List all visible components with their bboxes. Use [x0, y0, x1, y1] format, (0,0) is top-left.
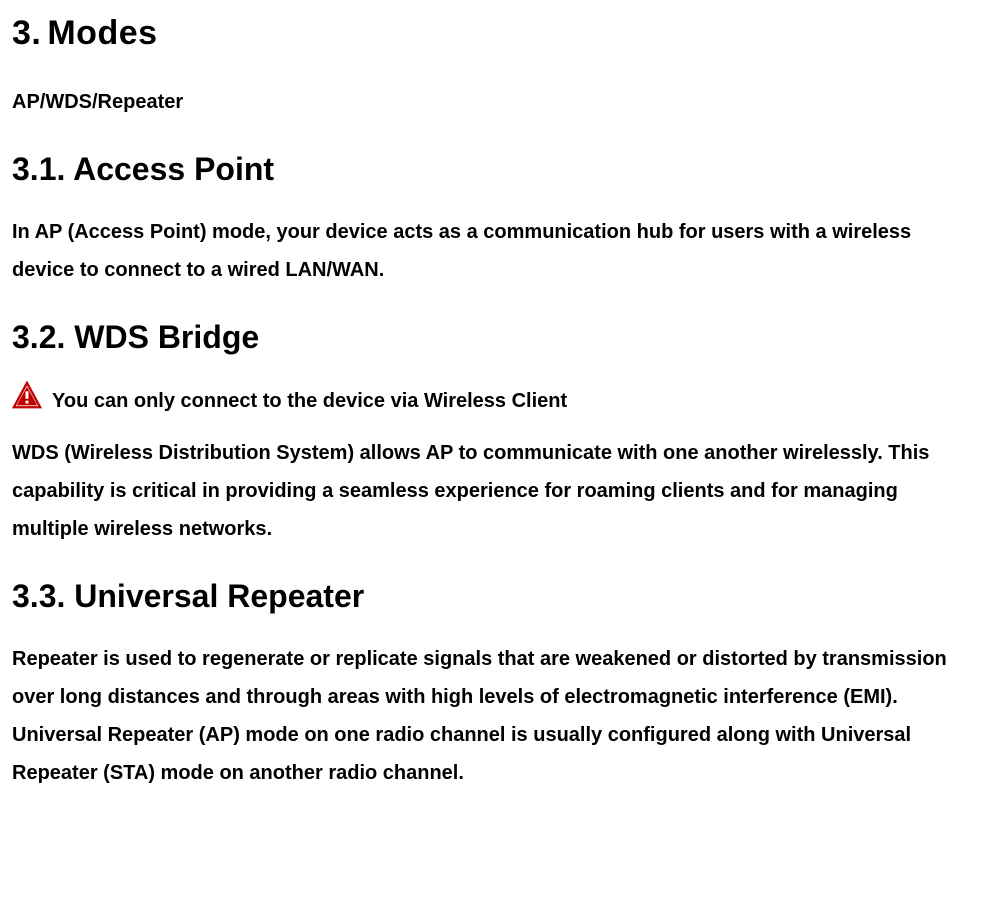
warning-line: You can only connect to the device via W… — [12, 381, 968, 420]
section-body-wds-bridge: WDS (Wireless Distribution System) allow… — [12, 434, 968, 548]
warning-text: You can only connect to the device via W… — [52, 386, 567, 416]
page-title-number: 3. — [12, 14, 41, 52]
section-heading-wds-bridge: 3.2. WDS Bridge — [12, 313, 968, 361]
section-body-access-point: In AP (Access Point) mode, your device a… — [12, 213, 968, 289]
section-heading-universal-repeater: 3.3. Universal Repeater — [12, 572, 968, 620]
section-body-universal-repeater: Repeater is used to regenerate or replic… — [12, 640, 968, 792]
warning-icon — [12, 381, 42, 420]
page-title: 3.Modes — [12, 8, 968, 59]
section-heading-access-point: 3.1. Access Point — [12, 145, 968, 193]
modes-summary: AP/WDS/Repeater — [12, 83, 968, 121]
page-title-text: Modes — [47, 14, 157, 52]
